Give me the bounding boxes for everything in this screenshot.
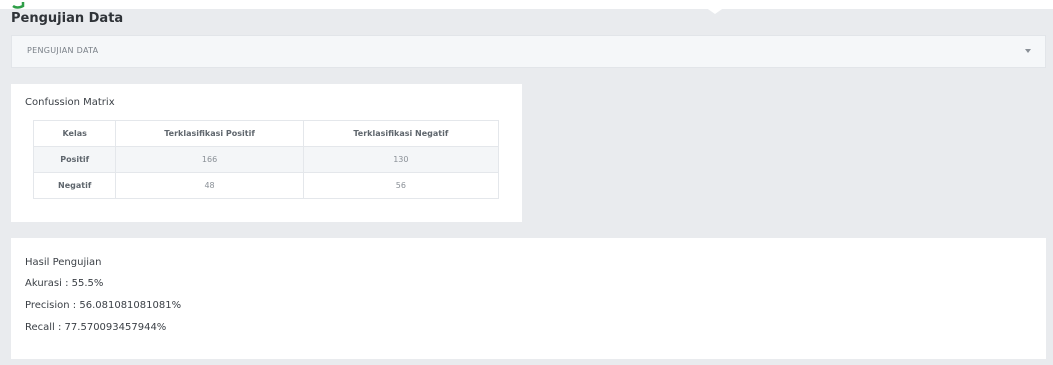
header-terklasifikasi-positif: Terklasifikasi Positif [115, 120, 304, 147]
dropdown-selected-label: PENGUJIAN DATA [27, 46, 99, 55]
recall-value: Recall : 77.570093457944% [25, 322, 167, 333]
precision-value: Precision : 56.081081081081% [25, 300, 182, 311]
caret-down-icon[interactable] [1025, 49, 1031, 53]
page-title: Pengujian Data [11, 11, 124, 26]
header-pointer-icon [695, 0, 735, 14]
confusion-matrix-table: Kelas Terklasifikasi Positif Terklasifik… [32, 120, 500, 199]
cell-negatif-positif: 48 [115, 172, 304, 199]
header-kelas: Kelas [32, 120, 117, 147]
app-logo-icon[interactable] [11, 0, 57, 9]
cell-negatif-negatif: 56 [302, 172, 500, 199]
pengujian-data-dropdown[interactable]: PENGUJIAN DATA [11, 35, 1046, 68]
confusion-matrix-title: Confussion Matrix [25, 97, 115, 108]
table-header-row: Kelas Terklasifikasi Positif Terklasifik… [32, 120, 500, 147]
top-header-strip [0, 0, 1053, 9]
cell-positif-negatif: 130 [302, 146, 500, 173]
akurasi-value: Akurasi : 55.5% [25, 278, 104, 289]
table-row: Positif 166 130 [32, 146, 500, 173]
cell-positif-positif: 166 [115, 146, 304, 173]
hasil-pengujian-card: Hasil Pengujian Akurasi : 55.5% Precisio… [11, 238, 1046, 359]
header-terklasifikasi-negatif: Terklasifikasi Negatif [302, 120, 500, 147]
row-kelas-negatif: Negatif [32, 172, 117, 199]
table-row: Negatif 48 56 [32, 172, 500, 199]
confusion-matrix-card: Confussion Matrix Kelas Terklasifikasi P… [11, 84, 522, 222]
hasil-pengujian-title: Hasil Pengujian [25, 257, 102, 268]
row-kelas-positif: Positif [32, 146, 117, 173]
